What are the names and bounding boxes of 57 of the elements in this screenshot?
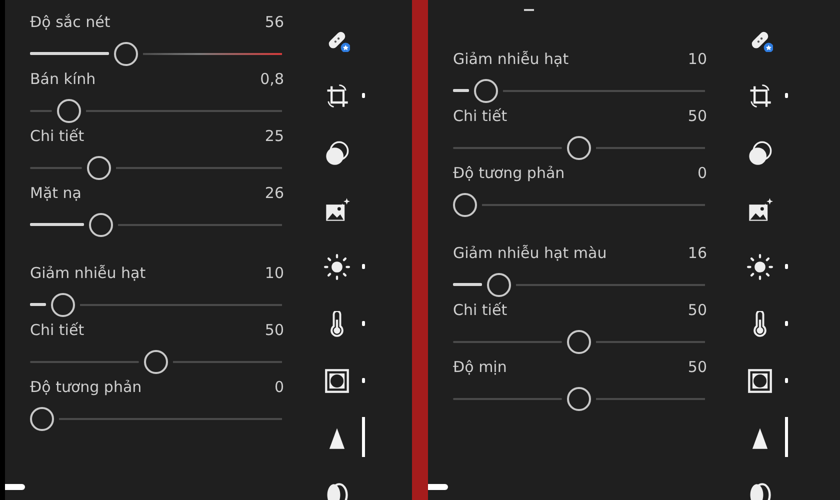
slider-label: Chi tiết bbox=[30, 320, 84, 341]
slider-label: Giảm nhiễu hạt màu bbox=[453, 242, 607, 264]
slider-label: Chi tiết bbox=[453, 106, 508, 127]
slider-label: Chi tiết bbox=[30, 126, 84, 147]
tool-button[interactable] bbox=[747, 140, 773, 166]
slider-thumb[interactable] bbox=[57, 99, 81, 123]
slider-value: 0 bbox=[697, 162, 707, 184]
tool-button[interactable] bbox=[324, 254, 350, 280]
vignette-frame-icon bbox=[324, 368, 350, 394]
tool-button[interactable] bbox=[324, 368, 350, 394]
slider-value: 25 bbox=[264, 126, 284, 147]
slider-value: 16 bbox=[688, 242, 707, 264]
slider-value: 50 bbox=[264, 320, 284, 341]
tool-button[interactable] bbox=[747, 254, 773, 280]
slider-label: Độ mịn bbox=[453, 356, 507, 378]
slider-value: 26 bbox=[264, 182, 284, 204]
slider-thumb[interactable] bbox=[487, 273, 511, 297]
slider-label: Chi tiết bbox=[453, 300, 508, 321]
image-sparkle-icon bbox=[747, 196, 773, 222]
slider-label: Độ tương phản bbox=[453, 162, 565, 184]
slider-thumb[interactable] bbox=[51, 293, 75, 317]
slider-thumb[interactable] bbox=[567, 330, 591, 354]
tool-button[interactable] bbox=[747, 368, 773, 394]
slider-label: Mặt nạ bbox=[30, 182, 82, 204]
slider-thumb[interactable] bbox=[144, 350, 168, 374]
slider-value: 50 bbox=[688, 106, 707, 127]
tool-button[interactable] bbox=[324, 196, 350, 222]
sun-icon bbox=[324, 254, 350, 280]
slider-label: Giảm nhiễu hạt bbox=[30, 262, 146, 284]
slider-thumb[interactable] bbox=[30, 407, 54, 431]
image-sparkle-icon bbox=[324, 196, 350, 222]
overlapping-circles-icon bbox=[324, 140, 350, 166]
slider-label: Độ tương phản bbox=[30, 376, 142, 398]
slider-thumb[interactable] bbox=[453, 193, 477, 217]
tool-button[interactable] bbox=[324, 140, 350, 166]
overlapping-circles-icon bbox=[747, 140, 773, 166]
tool-button[interactable] bbox=[747, 196, 773, 222]
slider-thumb[interactable] bbox=[567, 136, 591, 160]
slider-value: 0 bbox=[274, 376, 284, 398]
slider-value: 10 bbox=[264, 262, 284, 284]
handle-bar[interactable] bbox=[428, 484, 448, 490]
slider-value: 50 bbox=[688, 300, 707, 321]
slider-thumb[interactable] bbox=[474, 79, 498, 103]
sun-icon bbox=[747, 254, 773, 280]
handle-bar[interactable] bbox=[5, 484, 25, 490]
slider-value: 0,8 bbox=[260, 68, 284, 90]
slider-thumb[interactable] bbox=[87, 156, 111, 180]
slider-value: 50 bbox=[688, 356, 707, 378]
slider-label: Giảm nhiễu hạt bbox=[453, 48, 569, 70]
slider-value: 56 bbox=[264, 12, 284, 33]
vignette-frame-icon bbox=[747, 368, 773, 394]
slider-label: Bán kính bbox=[30, 68, 96, 90]
slider-value: 10 bbox=[688, 48, 707, 70]
slider-label: Độ sắc nét bbox=[30, 12, 110, 33]
slider-thumb[interactable] bbox=[89, 213, 113, 237]
slider-thumb[interactable] bbox=[567, 387, 591, 411]
slider-thumb[interactable] bbox=[114, 42, 138, 66]
